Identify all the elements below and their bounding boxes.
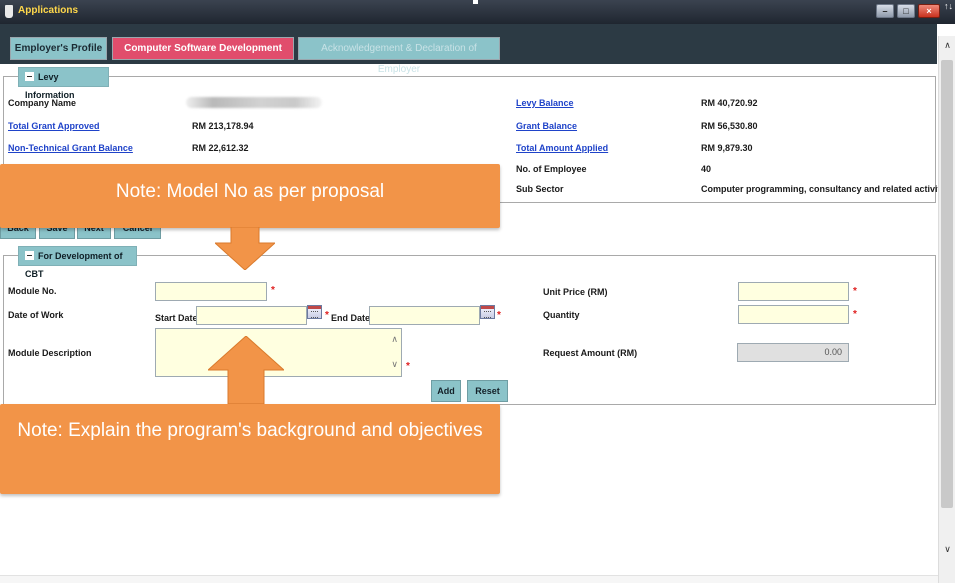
request-amount-field: 0.00 [737,343,849,362]
quantity-label: Quantity [543,310,580,320]
start-date-input[interactable] [196,306,307,325]
collapse-icon [25,72,34,82]
calendar-icon[interactable] [307,305,322,319]
total-amount-applied-link[interactable]: Total Amount Applied [516,143,608,153]
tab-software-development-details[interactable]: Computer Software Development Details [112,37,294,75]
required-marker: * [853,286,857,297]
sub-sector-label: Sub Sector [516,184,564,194]
arrow-up-icon [208,336,284,404]
module-no-input[interactable] [155,282,267,301]
unit-price-label: Unit Price (RM) [543,287,608,297]
company-name-label: Company Name [8,98,77,108]
tab-employers-profile[interactable]: Employer's Profile [10,37,107,60]
minimize-icon: – [882,6,888,16]
scroll-up-icon[interactable]: ∧ [939,40,955,51]
minimize-button[interactable]: – [876,4,894,18]
request-amount-label: Request Amount (RM) [543,348,638,358]
non-technical-grant-link[interactable]: Non-Technical Grant Balance [8,143,133,153]
scrollbar-thumb[interactable] [941,60,953,508]
required-marker: * [853,309,857,320]
grant-balance-value: RM 56,530.80 [701,121,758,131]
unit-price-input[interactable] [738,282,849,301]
maximize-icon: □ [903,6,909,16]
end-date-label: End Date [331,313,371,323]
scroll-down-icon[interactable]: ∨ [391,359,398,370]
total-amount-applied-value: RM 9,879.30 [701,143,753,153]
quantity-input[interactable] [738,305,849,324]
sub-sector-value: Computer programming, consultancy and re… [701,184,954,194]
vertical-scrollbar[interactable]: ∧ ∨ [938,36,955,583]
total-grant-approved-link[interactable]: Total Grant Approved [8,121,100,131]
levy-balance-link[interactable]: Levy Balance [516,98,574,108]
date-of-work-label: Date of Work [8,310,64,320]
close-button[interactable]: × [918,4,940,18]
module-description-label: Module Description [8,348,92,358]
total-grant-approved-value: RM 213,178.94 [192,121,254,131]
required-marker: * [406,361,410,372]
cbt-development-legend[interactable]: For Development of CBT [18,246,137,279]
required-marker: * [497,310,501,321]
levy-information-legend[interactable]: Levy Information [18,67,109,100]
module-no-label: Module No. [8,286,57,296]
non-technical-grant-value: RM 22,612.32 [192,143,249,153]
calendar-icon[interactable] [480,305,495,319]
start-date-label: Start Date [155,313,198,323]
window-title: Applications [18,5,79,16]
grant-balance-link[interactable]: Grant Balance [516,121,577,131]
no-of-employee-value: 40 [701,164,712,174]
resize-icon: ↑↓ [944,1,953,11]
levy-balance-value: RM 40,720.92 [701,98,758,108]
titlebar-marker [473,0,478,4]
collapse-icon [25,251,34,261]
reset-button[interactable]: Reset [467,380,508,402]
status-strip [0,575,938,583]
end-date-input[interactable] [369,306,480,325]
redacted-company-name [186,97,322,108]
maximize-button[interactable]: □ [897,4,915,18]
required-marker: * [325,310,329,321]
scroll-down-icon[interactable]: ∨ [939,544,955,555]
note-program-background: Note: Explain the program's background a… [0,404,500,494]
arrow-down-icon [215,227,275,270]
app-icon [5,5,13,18]
no-of-employee-label: No. of Employee [516,164,587,174]
required-marker: * [271,285,275,296]
note-model-no: Note: Model No as per proposal [0,164,500,228]
window-titlebar: Applications – □ × ↑↓ [0,0,955,24]
scroll-up-icon[interactable]: ∧ [391,334,398,345]
close-icon: × [926,6,932,16]
tab-acknowledgement-declaration[interactable]: Acknowledgement & Declaration of Employe… [298,37,500,75]
add-button[interactable]: Add [431,380,461,402]
